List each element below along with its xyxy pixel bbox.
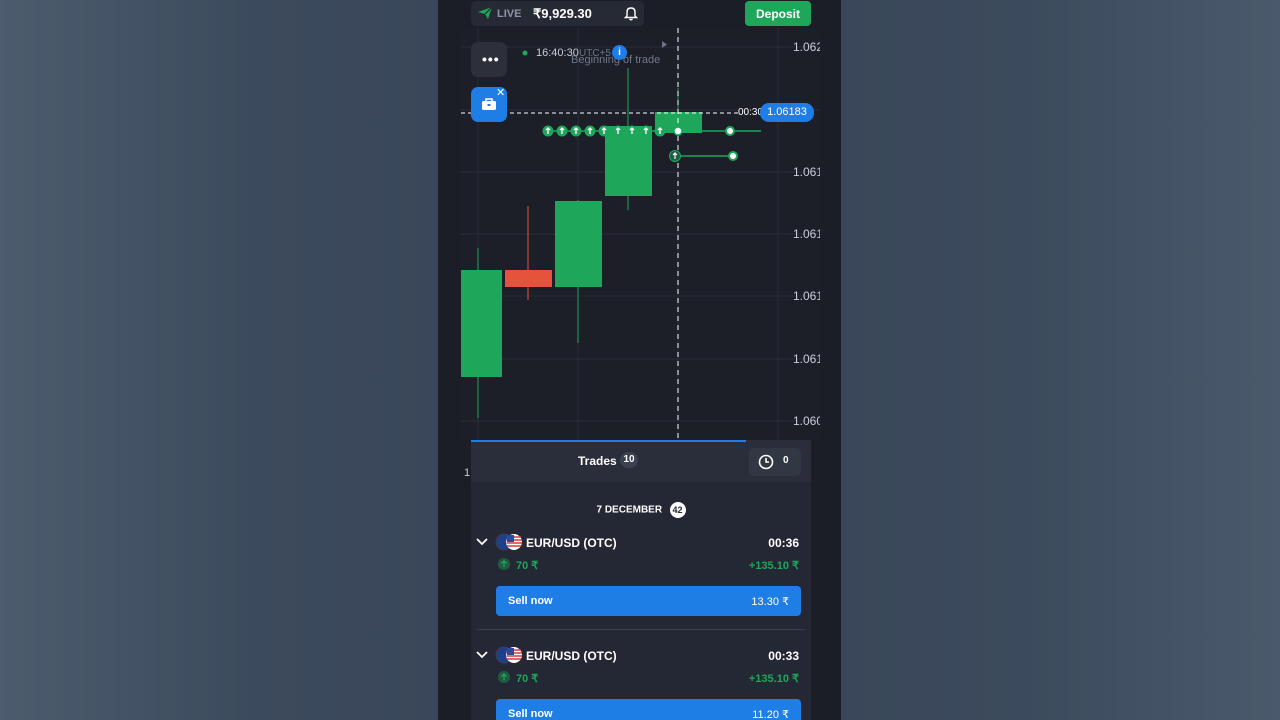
sell-now-label: Sell now (508, 708, 553, 720)
y-axis-label: 1.06100 (793, 352, 820, 366)
sell-now-button[interactable]: Sell now 11.20 ₹ (496, 699, 801, 720)
y-axis-label: 1.06080 (793, 414, 820, 428)
trade-timer: 00:33 (768, 649, 799, 663)
date-label: 7 DECEMBER (596, 504, 663, 516)
candle-2 (505, 206, 552, 300)
candlestick-chart (461, 28, 820, 440)
y-axis-label: 1.06160 (793, 165, 820, 179)
candle-3 (555, 200, 602, 343)
trade-profit: +135.10 ₹ (748, 560, 799, 572)
notifications-button[interactable] (618, 1, 644, 26)
chevron-down-icon[interactable] (476, 650, 488, 660)
trade-marker-2 (669, 150, 738, 162)
deposit-button[interactable]: Deposit (745, 1, 811, 26)
y-axis-label: 1.06140 (793, 227, 820, 241)
info-icon[interactable]: i (612, 45, 627, 60)
trade-profit: +135.10 ₹ (748, 673, 799, 685)
trades-panel: Trades 10 0 7 DECEMBER 42 EUR/USD (OTC) … (471, 440, 811, 720)
date-count-badge: 42 (669, 501, 686, 518)
chart-menu-button[interactable]: ••• (471, 42, 507, 77)
chevron-down-icon[interactable] (476, 537, 488, 547)
account-mode-label: LIVE (497, 8, 522, 20)
trade-pair: EUR/USD (OTC) (526, 649, 617, 663)
arrow-up-icon (498, 558, 510, 570)
trade-amount: 70 ₹ (516, 673, 539, 685)
candle-4 (605, 68, 652, 210)
trade-item: EUR/USD (OTC) 00:33 70 ₹ +135.10 ₹ Sell … (471, 643, 811, 720)
trades-tabs: Trades 10 0 (471, 440, 811, 482)
pending-count: 0 (783, 455, 789, 466)
y-axis-label: 1.06200 (793, 40, 820, 54)
tab-trades[interactable]: Trades (578, 454, 617, 468)
sell-now-value: 13.30 ₹ (751, 596, 789, 608)
phone-screen: LIVE ₹9,929.30 Deposit 1.062 1.061 1.061… (438, 0, 841, 720)
arrow-up-icon (498, 671, 510, 683)
trade-amount: 70 ₹ (516, 560, 539, 572)
briefcase-icon (482, 98, 496, 110)
trade-item: EUR/USD (OTC) 00:36 70 ₹ +135.10 ₹ Sell … (471, 530, 811, 640)
trades-count-badge: 10 (620, 452, 638, 468)
sell-now-value: 11.20 ₹ (752, 709, 789, 720)
divider (477, 629, 805, 630)
clock-icon (758, 454, 774, 470)
live-dot-icon (522, 50, 528, 56)
sell-now-label: Sell now (508, 595, 553, 607)
paper-plane-icon (478, 7, 492, 19)
trade-timer: 00:36 (768, 536, 799, 550)
pending-trades-button[interactable]: 0 (749, 448, 801, 476)
close-icon[interactable]: ✕ (496, 86, 505, 99)
eur-usd-flags-icon (495, 646, 522, 664)
more-dots-icon: ••• (482, 51, 500, 67)
eur-usd-flags-icon (495, 533, 522, 551)
current-price-tag: 1.06183 (760, 103, 814, 122)
tab-indicator (471, 440, 746, 442)
y-axis-label: 1.06120 (793, 289, 820, 303)
chart-bottom-label: 1 (464, 467, 471, 479)
top-bar: LIVE ₹9,929.30 Deposit (438, 0, 841, 27)
date-header: 7 DECEMBER 42 (471, 501, 811, 519)
account-balance: ₹9,929.30 (533, 6, 592, 21)
sell-now-button[interactable]: Sell now 13.30 ₹ (496, 586, 801, 616)
trade-pair: EUR/USD (OTC) (526, 536, 617, 550)
price-chart[interactable]: 1.06200 1.06160 1.06140 1.06120 1.06100 … (461, 28, 820, 440)
bell-icon (624, 7, 638, 21)
candle-1 (461, 248, 502, 418)
